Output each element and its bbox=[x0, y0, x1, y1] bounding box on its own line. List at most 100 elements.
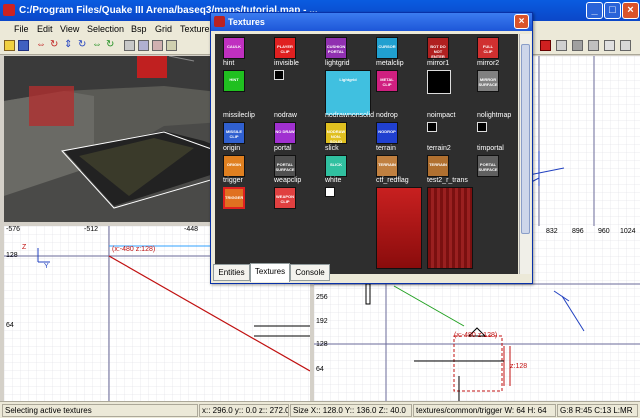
texture-tile[interactable]: NODRAW NON-SOLID bbox=[325, 122, 347, 144]
texture-tile[interactable] bbox=[477, 122, 487, 132]
menu-bsp[interactable]: Bsp bbox=[131, 24, 147, 34]
texture-tile-text: CAULK bbox=[227, 44, 241, 49]
texture-tile[interactable]: PLAYER CLIP bbox=[274, 37, 296, 59]
rotate-y-icon[interactable]: ↻ bbox=[78, 40, 89, 51]
select-partial-tall-icon[interactable] bbox=[152, 40, 163, 51]
texture-tile[interactable]: FULL CLIP bbox=[477, 37, 499, 59]
menu-view[interactable]: View bbox=[60, 24, 79, 34]
rotate-x-icon[interactable]: ↻ bbox=[50, 40, 61, 51]
status-bar: Selecting active textures x:: 296.0 y:: … bbox=[0, 401, 640, 418]
ruler-x-label: 960 bbox=[598, 228, 610, 235]
menu-selection[interactable]: Selection bbox=[87, 24, 124, 34]
texture-name-label: missileclip bbox=[223, 112, 255, 119]
menu-edit[interactable]: Edit bbox=[37, 24, 53, 34]
texture-browser-scrollbar[interactable] bbox=[519, 34, 531, 274]
texture-tool-icon[interactable] bbox=[572, 40, 583, 51]
texture-name-label: metalclip bbox=[376, 60, 404, 67]
texture-name-label: hint bbox=[223, 60, 235, 67]
texture-lock-icon[interactable] bbox=[540, 40, 551, 51]
texture-tile[interactable]: HINT bbox=[223, 70, 245, 92]
point-coordinate-label: z:128 bbox=[510, 363, 528, 370]
view-change-icon[interactable] bbox=[556, 40, 567, 51]
texture-tile-text: TRIGGER bbox=[225, 195, 244, 200]
texture-name-label: ctf_redflag bbox=[376, 177, 409, 184]
flip-x-icon[interactable]: ⇔ bbox=[36, 40, 47, 51]
texture-tile[interactable]: MISSILE CLIP bbox=[223, 122, 245, 144]
texture-tile[interactable]: TRIGGER bbox=[223, 187, 245, 209]
texture-tile-text: WEAPON CLIP bbox=[276, 194, 294, 204]
menu-textures[interactable]: Textures bbox=[180, 24, 214, 34]
ruler-x-label: -576 bbox=[6, 226, 21, 233]
texture-tile[interactable] bbox=[325, 187, 335, 197]
status-grid: G:8 R:45 C:13 L:MR bbox=[557, 404, 638, 417]
texture-tile-text: BOT DO NOT ENTER bbox=[430, 44, 446, 59]
texture-tile[interactable]: Lightgrid bbox=[325, 70, 371, 116]
ruler-y-label: 64 bbox=[316, 366, 324, 373]
texture-tile[interactable]: MIRROR SURFACE bbox=[477, 70, 499, 92]
textures-window: Textures × CAULK PLAYER CLIP CUSHION PORTA… bbox=[210, 12, 533, 284]
menu-file[interactable]: File bbox=[14, 24, 29, 34]
flip-z-icon[interactable]: ⇔ bbox=[92, 40, 103, 51]
tab-textures[interactable]: Textures bbox=[250, 263, 290, 282]
axis-y-label: Y bbox=[44, 263, 49, 270]
texture-tile[interactable]: CUSHION PORTAL bbox=[325, 37, 347, 59]
maximize-button[interactable]: □ bbox=[604, 2, 621, 19]
select-inside-icon[interactable] bbox=[166, 40, 177, 51]
tab-entities[interactable]: Entities bbox=[213, 264, 250, 281]
textures-window-titlebar[interactable]: Textures × bbox=[211, 13, 532, 31]
texture-tile[interactable]: PORTAL SURFACE bbox=[477, 155, 499, 177]
texture-tile[interactable]: PORTAL SURFACE bbox=[274, 155, 296, 177]
texture-tile-text bbox=[428, 71, 450, 77]
ruler-y-label: 128 bbox=[6, 252, 18, 259]
ruler-y-label: 256 bbox=[316, 294, 328, 301]
scrollbar-thumb[interactable] bbox=[521, 44, 530, 234]
texture-tile[interactable]: WEAPON CLIP bbox=[274, 187, 296, 209]
ruler-x-label: 832 bbox=[546, 228, 558, 235]
texture-tile[interactable]: BOT DO NOT ENTER bbox=[427, 37, 449, 59]
rotate-z-icon[interactable]: ↻ bbox=[106, 40, 117, 51]
minimize-button[interactable]: _ bbox=[586, 2, 603, 19]
texture-name-label: mirror1 bbox=[427, 60, 450, 67]
texture-tile[interactable]: SLICK bbox=[325, 155, 347, 177]
texture-tile[interactable] bbox=[427, 122, 437, 132]
camera-icon[interactable] bbox=[620, 40, 631, 51]
status-size: Size X:: 128.0 Y:: 136.0 Z:: 40.0 bbox=[290, 404, 412, 417]
texture-tile[interactable]: METAL CLIP bbox=[376, 70, 398, 92]
texture-tile[interactable]: TERRAIN bbox=[427, 155, 449, 177]
texture-tile[interactable]: CURSOR bbox=[376, 37, 398, 59]
texture-tile[interactable]: TERRAIN bbox=[376, 155, 398, 177]
texture-tile-text: ORIGIN bbox=[226, 162, 242, 167]
texture-tile[interactable] bbox=[376, 187, 422, 269]
close-button[interactable]: × bbox=[622, 2, 639, 19]
texture-tile-text: HINT bbox=[229, 77, 239, 82]
ruler-x-label: -448 bbox=[184, 226, 199, 233]
textures-window-icon bbox=[214, 16, 225, 27]
flip-y-icon[interactable]: ⇕ bbox=[64, 40, 75, 51]
texture-tile-text: NO DRAW bbox=[275, 129, 295, 134]
texture-tile[interactable] bbox=[274, 70, 284, 80]
texture-tile[interactable]: ORIGIN bbox=[223, 155, 245, 177]
texture-name-label: weapclip bbox=[274, 177, 302, 184]
ruler-y-label: 192 bbox=[316, 318, 328, 325]
texture-tile[interactable]: NO DRAW bbox=[274, 122, 296, 144]
ruler-x-label: 896 bbox=[572, 228, 584, 235]
texture-tile-text: MIRROR SURFACE bbox=[478, 77, 498, 87]
select-touching-icon[interactable] bbox=[138, 40, 149, 51]
textures-window-close-button[interactable]: × bbox=[514, 14, 529, 29]
select-complete-tall-icon[interactable] bbox=[124, 40, 135, 51]
open-icon[interactable] bbox=[4, 40, 15, 51]
texture-tile-text: PORTAL SURFACE bbox=[478, 162, 498, 172]
texture-tile[interactable] bbox=[427, 70, 451, 94]
tab-console[interactable]: Console bbox=[290, 264, 330, 281]
texture-tile[interactable]: CAULK bbox=[223, 37, 245, 59]
ruler-y-label: 64 bbox=[6, 322, 14, 329]
texture-tile[interactable] bbox=[427, 187, 473, 269]
save-icon[interactable] bbox=[18, 40, 29, 51]
texture-tile-text: PORTAL SURFACE bbox=[275, 162, 295, 172]
patch-icon[interactable] bbox=[588, 40, 599, 51]
texture-browser[interactable]: CAULK PLAYER CLIP CUSHION PORTAL CURSOR BOT … bbox=[215, 34, 518, 274]
menu-grid[interactable]: Grid bbox=[155, 24, 172, 34]
texture-tile[interactable]: NODROP bbox=[376, 122, 398, 144]
clipper-icon[interactable] bbox=[604, 40, 615, 51]
texture-tile-text bbox=[428, 188, 472, 194]
